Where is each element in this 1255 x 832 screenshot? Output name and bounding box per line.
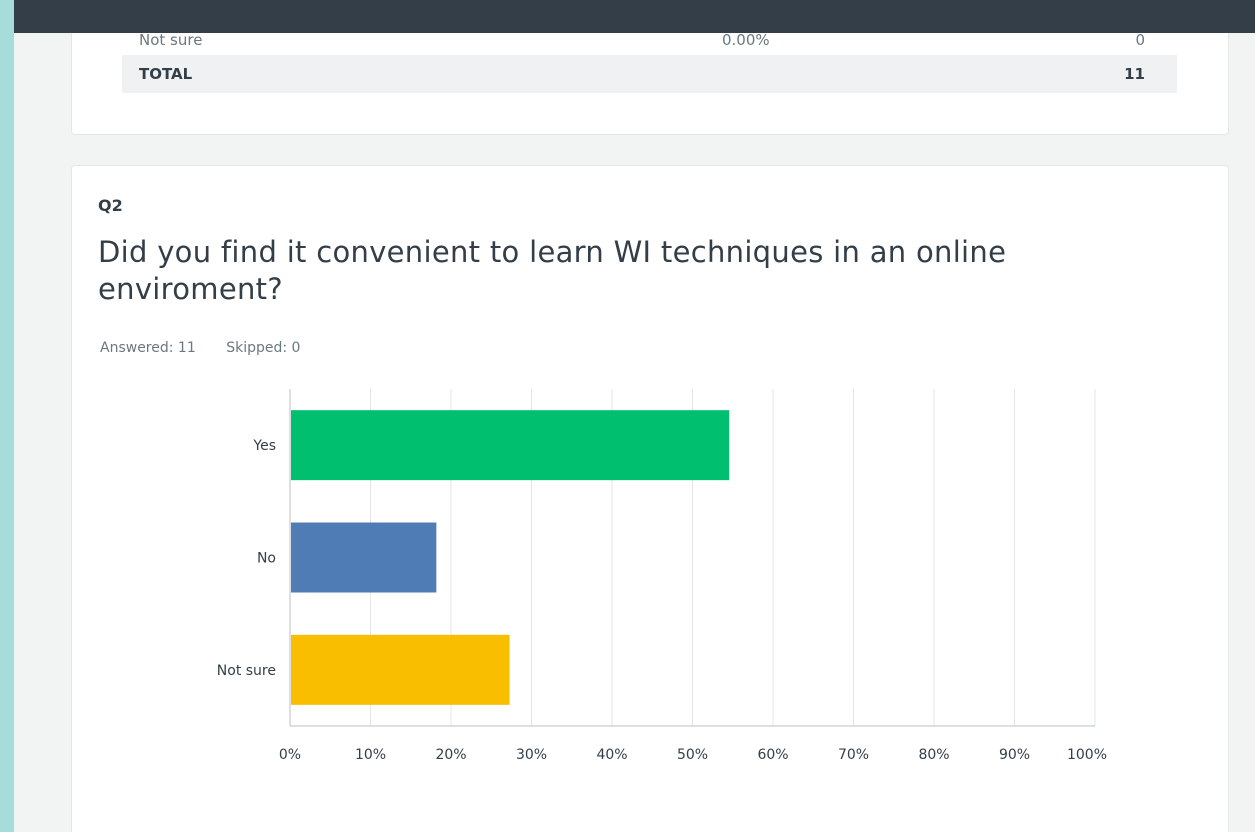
- x-tick-label: 30%: [516, 747, 547, 763]
- x-tick-label: 40%: [596, 747, 627, 763]
- x-tick-label: 10%: [355, 747, 386, 763]
- x-tick-label: 100%: [1067, 747, 1107, 763]
- x-tick-label: 50%: [677, 747, 708, 763]
- total-label: TOTAL: [139, 65, 193, 83]
- bar-chart: 0% 10% 20% 30% 40% 50% 60% 70% 80% 90% 100% Yes No No…: [217, 389, 1107, 763]
- bar: [291, 634, 510, 705]
- top-bar: [14, 0, 1255, 33]
- x-tick-label: 70%: [838, 747, 869, 763]
- total-row: TOTAL 11: [122, 55, 1177, 93]
- x-tick-label: 90%: [999, 747, 1030, 763]
- x-tick-label: 0%: [279, 747, 301, 763]
- x-tick-label: 20%: [435, 747, 466, 763]
- category-label: No: [257, 551, 276, 567]
- bar: [291, 522, 437, 593]
- question-card: Q2 Did you find it convenient to learn W…: [71, 165, 1229, 832]
- total-count: 11: [1124, 65, 1145, 83]
- x-tick-label: 80%: [918, 747, 949, 763]
- bar: [291, 410, 730, 481]
- x-tick-label: 60%: [757, 747, 788, 763]
- results-page: Not sure 0.00% 0 TOTAL 11 Q2 Did you fin…: [14, 0, 1255, 832]
- category-label: Not sure: [217, 663, 276, 679]
- category-label: Yes: [252, 438, 276, 454]
